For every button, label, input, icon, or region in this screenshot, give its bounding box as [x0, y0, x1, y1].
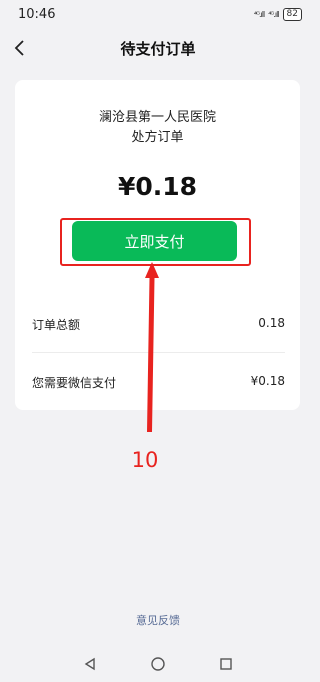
status-bar: 10:46 ⁴ᴳ.ıll ⁴ᴳ.ıll 82	[0, 0, 316, 28]
wechat-pay-row: 您需要微信支付 ¥0.18	[32, 374, 285, 391]
order-total-value: 0.18	[258, 316, 285, 330]
wechat-pay-value: ¥0.18	[250, 374, 285, 388]
order-total-row: 订单总额 0.18	[32, 316, 285, 333]
order-type: 处方订单	[131, 130, 184, 145]
system-back-button[interactable]	[78, 652, 102, 676]
status-icons: ⁴ᴳ.ıll ⁴ᴳ.ıll 82	[253, 7, 302, 21]
pay-now-button[interactable]: 立即支付	[72, 221, 237, 261]
annotation-step-number: 10	[131, 448, 159, 472]
back-button[interactable]	[8, 36, 32, 60]
wechat-pay-label: 您需要微信支付	[32, 376, 117, 390]
back-chevron-icon	[14, 40, 24, 56]
hospital-name: 澜沧县第一人民医院	[98, 110, 216, 125]
order-card: 澜沧县第一人民医院 处方订单 ¥0.18 立即支付 订单总额 0.18 您需要微…	[15, 80, 300, 410]
signal-icon: ⁴ᴳ.ıll	[253, 9, 265, 19]
page-title: 待支付订单	[120, 39, 196, 58]
order-amount: ¥0.18	[117, 172, 198, 201]
circle-home-icon	[151, 656, 165, 671]
signal-icon: ⁴ᴳ.ıll	[268, 9, 279, 19]
system-recents-button[interactable]	[214, 652, 238, 676]
feedback-link[interactable]: 意见反馈	[0, 612, 316, 628]
system-home-button[interactable]	[146, 652, 170, 676]
order-total-label: 订单总额	[32, 318, 81, 332]
nav-bar: 待支付订单	[0, 28, 316, 68]
status-time: 10:46	[18, 6, 56, 22]
system-nav-bar	[0, 645, 316, 682]
battery-icon: 82	[282, 7, 302, 21]
square-recents-icon	[220, 657, 232, 670]
divider	[32, 352, 285, 353]
triangle-back-icon	[84, 657, 95, 670]
